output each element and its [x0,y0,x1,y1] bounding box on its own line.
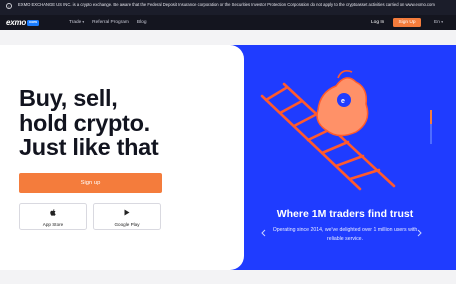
signup-button-hero[interactable]: Sign up [19,173,162,193]
promo-subtext: Operating since 2014, we've delighted ov… [272,227,418,242]
play-icon [94,209,160,219]
google-play-button[interactable]: Google Play [93,203,161,230]
hero-headline-line-2: hold crypto. [19,109,150,136]
apple-icon [20,209,86,219]
hero-headline: Buy, sell, hold crypto. Just like that [19,86,189,160]
svg-text:e: e [341,98,345,105]
slide-progress-fill [430,110,432,124]
hero-headline-line-3: Just like that [19,134,159,160]
slide-progress-track [430,110,432,144]
next-section-strip [0,284,456,300]
promo-tagline: Where 1M traders find trust [276,208,414,220]
app-store-button[interactable]: App Store [19,203,87,230]
google-play-label: Google Play [114,222,140,227]
hero-headline-line-1: Buy, sell, [19,85,118,111]
app-store-label: App Store [42,222,64,227]
